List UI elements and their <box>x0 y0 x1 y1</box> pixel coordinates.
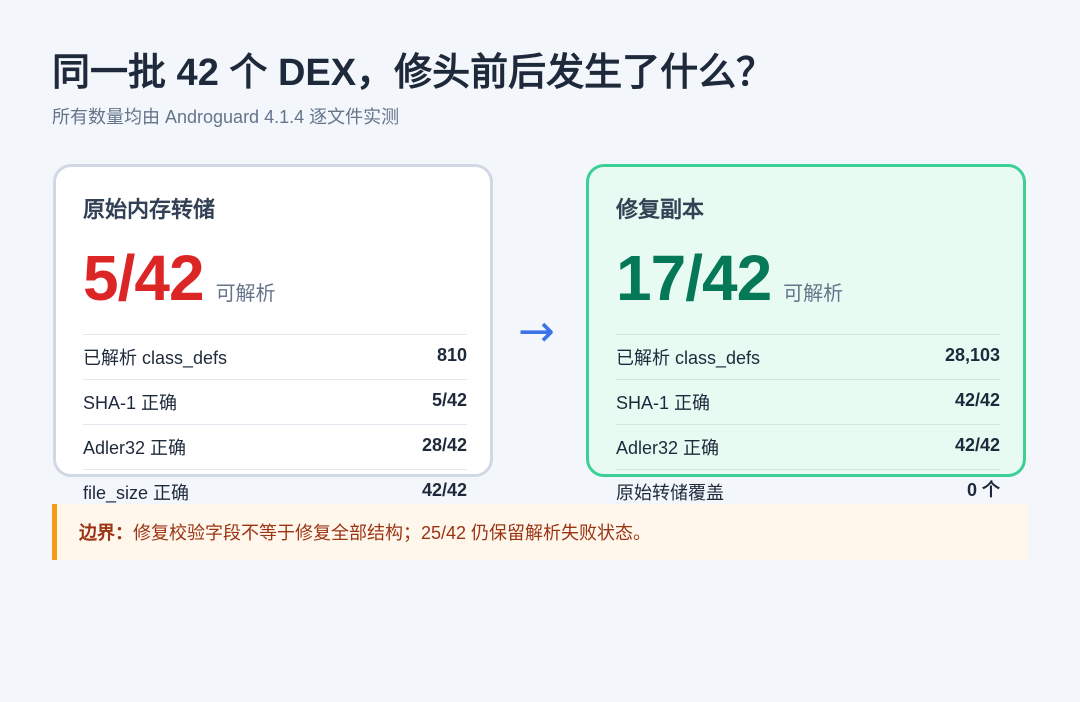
repaired-copy-card: 修复副本 17/42 可解析 已解析 class_defs 28,103 SHA… <box>586 164 1026 503</box>
metric-label: Adler32 正确 <box>616 438 720 458</box>
parsable-label: 可解析 <box>215 283 276 305</box>
metric-value: 28/42 <box>421 435 467 455</box>
metric-row: 已解析 class_defs 810 <box>83 334 467 379</box>
page-title: 同一批 42 个 DEX，修头前后发生了什么？ <box>52 52 775 94</box>
metric-value: 5/42 <box>431 390 467 410</box>
note-text: 边界：修复校验字段不等于修复全部结构；25/42 仍保留解析失败状态。 <box>79 521 651 545</box>
metric-value: 0 个 <box>966 480 1000 500</box>
metric-row: SHA-1 正确 42/42 <box>616 379 1000 424</box>
metric-list: 已解析 class_defs 28,103 SHA-1 正确 42/42 Adl… <box>616 334 1000 514</box>
card-title: 原始内存转储 <box>83 197 216 222</box>
metric-label: SHA-1 正确 <box>83 393 178 413</box>
card-title: 修复副本 <box>616 197 705 222</box>
metric-list: 已解析 class_defs 810 SHA-1 正确 5/42 Adler32… <box>83 334 467 514</box>
metric-label: SHA-1 正确 <box>616 393 711 413</box>
metric-label: 已解析 class_defs <box>83 348 228 368</box>
parse-result: 17/42 可解析 <box>616 237 843 319</box>
metric-label: file_size 正确 <box>83 483 190 503</box>
parsable-count: 5/42 <box>83 242 205 314</box>
metric-label: 原始转储覆盖 <box>616 483 724 503</box>
parsable-label: 可解析 <box>783 283 844 305</box>
boundary-note: 边界：修复校验字段不等于修复全部结构；25/42 仍保留解析失败状态。 <box>52 504 1028 560</box>
note-label: 边界： <box>79 523 133 543</box>
metric-label: Adler32 正确 <box>83 438 187 458</box>
arrow-right-icon: → <box>518 306 555 357</box>
parse-result: 5/42 可解析 <box>83 237 276 319</box>
metric-label: 已解析 class_defs <box>616 348 761 368</box>
metric-value: 42/42 <box>421 480 467 500</box>
metric-value: 28,103 <box>944 345 1000 365</box>
metric-row: Adler32 正确 42/42 <box>616 424 1000 469</box>
note-body: 修复校验字段不等于修复全部结构；25/42 仍保留解析失败状态。 <box>133 523 652 543</box>
metric-value: 810 <box>436 345 467 365</box>
metric-row: Adler32 正确 28/42 <box>83 424 467 469</box>
page-subtitle: 所有数量均由 Androguard 4.1.4 逐文件实测 <box>52 107 400 127</box>
metric-row: 已解析 class_defs 28,103 <box>616 334 1000 379</box>
metric-row: SHA-1 正确 5/42 <box>83 379 467 424</box>
original-dump-card: 原始内存转储 5/42 可解析 已解析 class_defs 810 SHA-1… <box>53 164 493 503</box>
metric-value: 42/42 <box>954 390 1000 410</box>
parsable-count: 17/42 <box>616 242 772 314</box>
metric-value: 42/42 <box>954 435 1000 455</box>
